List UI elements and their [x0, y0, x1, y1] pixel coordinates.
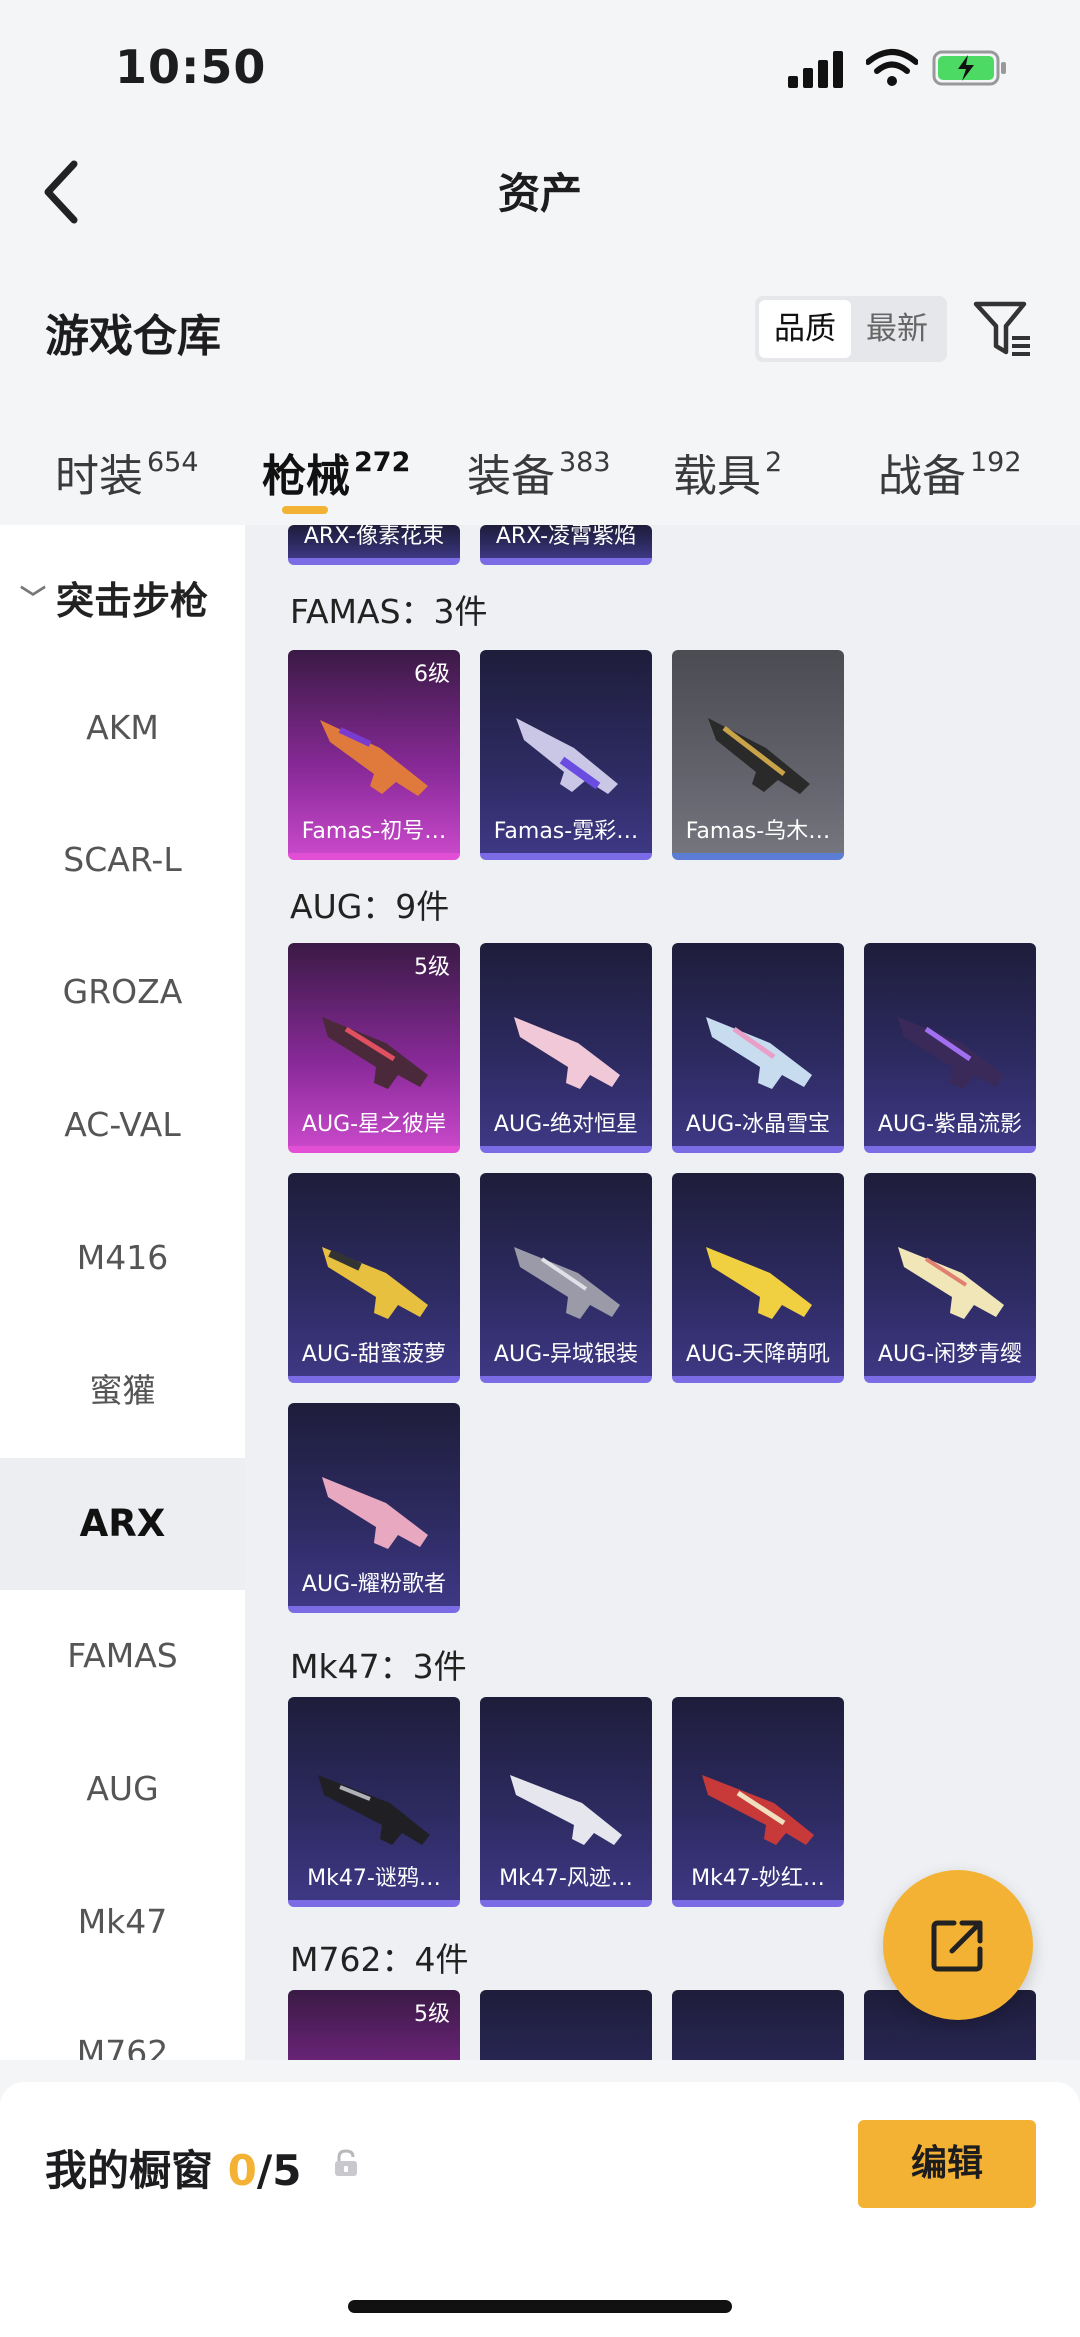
- edit-button[interactable]: 编辑: [858, 2120, 1036, 2208]
- section-title-famas: FAMAS：3件: [290, 592, 488, 631]
- skin-card[interactable]: 5级: [288, 1990, 460, 2060]
- sidebar-item-scar-l[interactable]: SCAR-L: [0, 794, 245, 926]
- skin-card[interactable]: [672, 1990, 844, 2060]
- sidebar-item-arx[interactable]: ARX: [0, 1458, 245, 1590]
- sidebar-item-famas[interactable]: FAMAS: [0, 1590, 245, 1722]
- status-bar: 10:50: [0, 0, 1080, 130]
- skin-card[interactable]: AUG-紫晶流影: [864, 943, 1036, 1153]
- showcase-count: 0: [227, 2146, 257, 2195]
- rifle-icon: [516, 718, 618, 794]
- section-title-mk47: Mk47：3件: [290, 1647, 467, 1686]
- rifle-icon: [702, 1775, 814, 1845]
- skin-card[interactable]: AUG-甜蜜菠萝: [288, 1173, 460, 1383]
- chevron-down-icon: ﹀: [20, 585, 47, 615]
- level-badge: 5级: [414, 2002, 450, 2027]
- skin-card[interactable]: AUG-闲梦青缨: [864, 1173, 1036, 1383]
- skin-card[interactable]: 6级 Famas-初号…: [288, 650, 460, 860]
- skin-card[interactable]: Mk47-妙红…: [672, 1697, 844, 1907]
- skin-card[interactable]: 5级 AUG-星之彼岸: [288, 943, 460, 1153]
- signal-icon: [788, 50, 844, 88]
- skin-card[interactable]: Mk47-风迹…: [480, 1697, 652, 1907]
- filter-icon[interactable]: [972, 298, 1032, 360]
- tab-guns[interactable]: 枪械 272: [262, 440, 410, 504]
- tab-supplies[interactable]: 战备 192: [878, 440, 1022, 504]
- sort-toggle: 品质 最新: [755, 296, 947, 362]
- rifle-icon: [898, 1017, 1004, 1089]
- skin-card[interactable]: Famas-乌木…: [672, 650, 844, 860]
- skin-card[interactable]: Famas-霓彩…: [480, 650, 652, 860]
- section-title-aug: AUG：9件: [290, 887, 450, 926]
- skin-card[interactable]: ARX-像素花束: [288, 525, 460, 565]
- rifle-icon: [320, 720, 428, 796]
- skin-card[interactable]: AUG-异域银装: [480, 1173, 652, 1383]
- level-badge: 6级: [414, 662, 450, 687]
- share-icon: [931, 1920, 983, 1972]
- rifle-icon: [706, 1247, 812, 1319]
- showcase-label: 我的橱窗 0/5: [45, 2146, 302, 2195]
- level-badge: 5级: [414, 955, 450, 980]
- home-indicator[interactable]: [348, 2300, 732, 2313]
- page-title: 资产: [497, 169, 582, 218]
- warehouse-header: 游戏仓库 品质 最新: [0, 280, 1080, 380]
- skin-card[interactable]: ARX-凌霄紫焰: [480, 525, 652, 565]
- tab-equipment[interactable]: 装备 383: [467, 440, 611, 504]
- sidebar-item-m416[interactable]: M416: [0, 1192, 245, 1324]
- rifle-icon: [514, 1247, 620, 1319]
- sidebar-item-groza[interactable]: GROZA: [0, 926, 245, 1058]
- share-button[interactable]: [883, 1870, 1033, 2020]
- sidebar-item-m762[interactable]: M762: [0, 1987, 245, 2060]
- category-tabs: 时装 654 枪械 272 装备 383 载具 2 战备 192: [0, 420, 1080, 520]
- sidebar-group-assault-rifles[interactable]: ﹀ 突击步枪: [20, 570, 208, 625]
- rifle-icon: [514, 1017, 620, 1089]
- sidebar-item-akm[interactable]: AKM: [0, 662, 245, 794]
- rifle-icon: [706, 1017, 812, 1089]
- rifle-icon: [322, 1247, 428, 1319]
- sidebar-item-honey-badger[interactable]: 蜜獾: [0, 1325, 245, 1457]
- showcase-bar: 我的橱窗 0/5 编辑: [0, 2082, 1080, 2337]
- lock-icon: [335, 2149, 357, 2176]
- tab-outfits[interactable]: 时装 654: [55, 440, 199, 504]
- tab-vehicles[interactable]: 载具 2: [673, 440, 782, 504]
- rifle-icon: [322, 1017, 428, 1089]
- status-time: 10:50: [115, 40, 267, 94]
- skin-card[interactable]: AUG-冰晶雪宝: [672, 943, 844, 1153]
- warehouse-title: 游戏仓库: [45, 311, 221, 362]
- rifle-icon: [898, 1247, 1004, 1319]
- rifle-icon: [322, 1477, 428, 1549]
- sidebar-item-aug[interactable]: AUG: [0, 1723, 245, 1855]
- skin-card[interactable]: AUG-天降萌吼: [672, 1173, 844, 1383]
- weapon-sidebar: ﹀ 突击步枪 AKM SCAR-L GROZA AC-VAL M416 蜜獾 AR…: [0, 525, 245, 2060]
- wifi-icon: [866, 49, 918, 86]
- skin-card[interactable]: AUG-绝对恒星: [480, 943, 652, 1153]
- weapon-grid: ARX-像素花束 ARX-凌霄紫焰 FAMAS：3件 6级 Famas-初号… …: [245, 525, 1080, 2060]
- rifle-icon: [510, 1775, 622, 1845]
- sort-quality-button[interactable]: 品质: [759, 300, 851, 358]
- skin-card[interactable]: Mk47-谜鸦…: [288, 1697, 460, 1907]
- sidebar-item-mk47[interactable]: Mk47: [0, 1856, 245, 1988]
- sort-latest-button[interactable]: 最新: [851, 300, 943, 358]
- battery-icon: [932, 50, 1006, 86]
- rifle-icon: [318, 1775, 430, 1845]
- nav-bar: 资产: [0, 130, 1080, 250]
- rifle-icon: [708, 718, 810, 794]
- active-tab-indicator: [282, 506, 328, 514]
- skin-card[interactable]: [480, 1990, 652, 2060]
- skin-card[interactable]: AUG-耀粉歌者: [288, 1403, 460, 1613]
- sidebar-item-ac-val[interactable]: AC-VAL: [0, 1059, 245, 1191]
- section-title-m762: M762：4件: [290, 1940, 469, 1979]
